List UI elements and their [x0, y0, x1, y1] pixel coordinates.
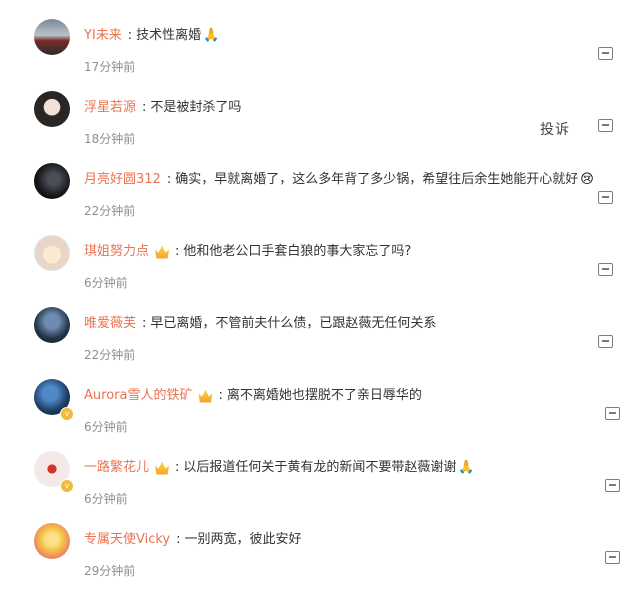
- crown-icon: [155, 245, 170, 259]
- username[interactable]: 唯爱薇芙: [84, 315, 136, 333]
- separator: :: [218, 388, 223, 403]
- comment-text: 一别两宽，彼此安好: [184, 532, 302, 547]
- comment-icon[interactable]: [605, 551, 620, 564]
- comment-icon[interactable]: [598, 263, 613, 276]
- comment-text: 不是被封杀了吗: [150, 100, 242, 115]
- separator: :: [166, 172, 172, 187]
- username[interactable]: YI未来: [84, 27, 122, 45]
- separator: :: [142, 100, 147, 115]
- comment-time: 17分钟前: [84, 60, 136, 74]
- comment-icon[interactable]: [598, 119, 613, 132]
- avatar[interactable]: [34, 307, 70, 343]
- username[interactable]: 琪姐努力点: [84, 243, 149, 261]
- comment-text: 技术性离婚: [136, 28, 202, 43]
- avatar[interactable]: [34, 19, 70, 55]
- comment-icon[interactable]: [598, 47, 613, 60]
- username[interactable]: 一路繁花儿: [84, 459, 149, 477]
- crying-emoji-icon: 😢: [580, 172, 594, 187]
- comment-item: 月亮好圆312 : 确实，早就离婚了，这么多年背了多少锅，希望往后余生她能开心就…: [0, 163, 640, 235]
- separator: :: [175, 460, 180, 475]
- comment-time: 6分钟前: [84, 420, 128, 434]
- comment-time: 6分钟前: [84, 276, 128, 290]
- username[interactable]: Aurora雪人的铁矿: [84, 387, 192, 405]
- avatar[interactable]: [34, 523, 70, 559]
- comment-icon[interactable]: [605, 407, 620, 420]
- prayer-emoji-icon: 🙏: [203, 28, 220, 43]
- username[interactable]: 浮星若源: [84, 99, 136, 117]
- comment-time: 22分钟前: [84, 204, 136, 218]
- comment-time: 29分钟前: [84, 564, 136, 578]
- username[interactable]: 月亮好圆312: [84, 171, 161, 189]
- comment-time: 22分钟前: [84, 348, 136, 362]
- verified-badge-icon: v: [60, 479, 74, 493]
- comment-text: 早已离婚，不管前夫什么债，已跟赵薇无任何关系: [150, 316, 437, 331]
- crown-icon: [155, 461, 170, 475]
- separator: :: [175, 244, 180, 259]
- crown-icon: [198, 389, 213, 403]
- comment-icon[interactable]: [598, 335, 613, 348]
- separator: :: [176, 532, 181, 547]
- comment-item: v Aurora雪人的铁矿 : 离不离婚她也摆脱不了亲日辱华的 6分钟前: [0, 379, 640, 451]
- report-button[interactable]: 投诉: [540, 119, 570, 139]
- comment-text: 以后报道任何关于黄有龙的新闻不要带赵薇谢谢: [183, 460, 457, 475]
- comment-item: YI未来 : 技术性离婚 🙏 17分钟前: [0, 19, 640, 91]
- comment-icon[interactable]: [605, 479, 620, 492]
- avatar[interactable]: [34, 235, 70, 271]
- comment-item: 琪姐努力点 : 他和他老公口手套白狼的事大家忘了吗? 6分钟前: [0, 235, 640, 307]
- comment-time: 18分钟前: [84, 132, 136, 146]
- comment-text: 他和他老公口手套白狼的事大家忘了吗?: [183, 244, 412, 259]
- username[interactable]: 专属天使Vicky: [84, 531, 170, 549]
- prayer-emoji-icon: 🙏: [458, 460, 475, 475]
- comment-text: 离不离婚她也摆脱不了亲日辱华的: [226, 388, 422, 403]
- avatar[interactable]: [34, 91, 70, 127]
- separator: :: [142, 316, 147, 331]
- comment-text: 确实，早就离婚了，这么多年背了多少锅，希望往后余生她能开心就好: [175, 172, 579, 187]
- comment-item: v 一路繁花儿 : 以后报道任何关于黄有龙的新闻不要带赵薇谢谢 🙏 6分钟前: [0, 451, 640, 523]
- comment-time: 6分钟前: [84, 492, 128, 506]
- comment-icon[interactable]: [598, 191, 613, 204]
- separator: :: [127, 28, 133, 43]
- comment-item: 专属天使Vicky : 一别两宽，彼此安好 29分钟前: [0, 523, 640, 595]
- verified-badge-icon: v: [60, 407, 74, 421]
- avatar[interactable]: [34, 163, 70, 199]
- comment-item: 唯爱薇芙 : 早已离婚，不管前夫什么债，已跟赵薇无任何关系 22分钟前: [0, 307, 640, 379]
